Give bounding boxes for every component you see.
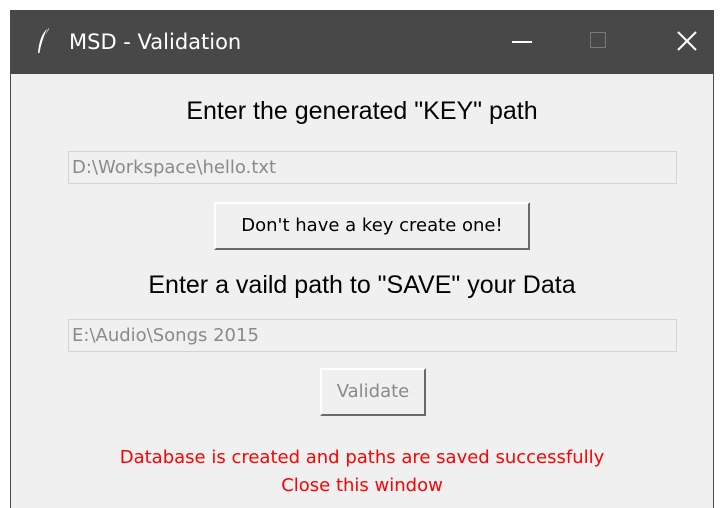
window-title: MSD - Validation — [69, 30, 242, 54]
save-path-heading: Enter a vaild path to "SAVE" your Data — [148, 271, 576, 299]
maximize-icon — [590, 32, 606, 48]
close-icon — [677, 31, 697, 51]
save-path-field[interactable]: E:\Audio\Songs 2015 — [68, 319, 677, 352]
validate-button[interactable]: Validate — [320, 368, 426, 416]
minimize-icon — [512, 41, 532, 43]
key-path-heading: Enter the generated "KEY" path — [186, 97, 538, 125]
create-key-button[interactable]: Don't have a key create one! — [214, 202, 530, 250]
close-button[interactable] — [659, 10, 715, 74]
title-bar[interactable]: MSD - Validation — [11, 10, 713, 74]
status-message: Database is created and paths are saved … — [119, 447, 605, 468]
minimize-button[interactable] — [494, 10, 550, 74]
maximize-button — [570, 10, 626, 74]
feather-icon — [33, 26, 53, 56]
validation-window: MSD - Validation Enter the generated "KE… — [10, 10, 714, 508]
key-path-field[interactable]: D:\Workspace\hello.txt — [68, 151, 677, 184]
status-instruction: Close this window — [281, 475, 443, 496]
